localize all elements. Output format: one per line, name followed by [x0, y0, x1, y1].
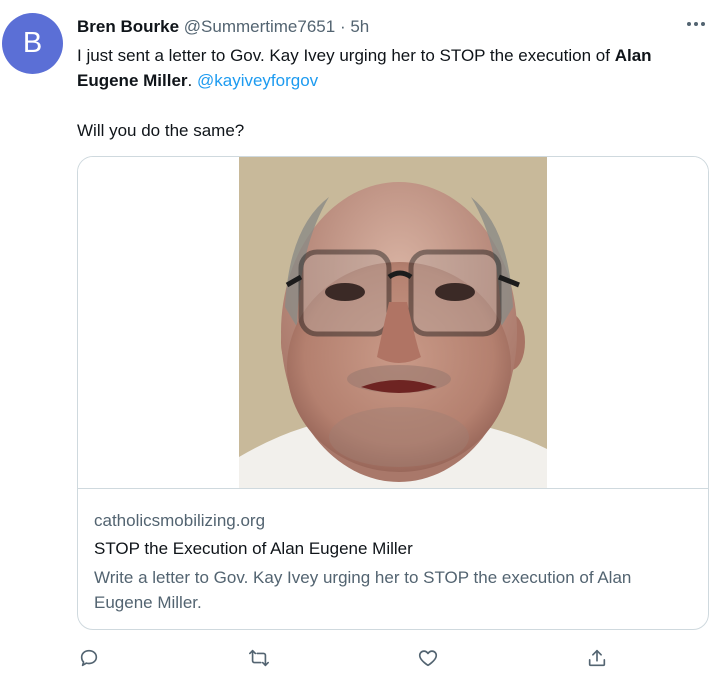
avatar[interactable]: B: [2, 13, 63, 74]
tweet-time[interactable]: 5h: [350, 17, 369, 36]
card-image[interactable]: [78, 157, 708, 489]
like-icon[interactable]: [416, 646, 440, 670]
author-handle[interactable]: @Summertime7651: [184, 17, 335, 36]
tweet-header: Bren Bourke @Summertime7651 · 5h: [77, 17, 369, 37]
retweet-icon[interactable]: [247, 646, 271, 670]
tweet-text-line2: Will you do the same?: [77, 121, 245, 140]
card-title: STOP the Execution of Alan Eugene Miller: [94, 539, 413, 558]
avatar-initial: B: [22, 27, 43, 59]
tweet-actions: [77, 646, 617, 670]
link-card[interactable]: catholicsmobilizing.org STOP the Executi…: [77, 156, 709, 630]
reply-icon[interactable]: [77, 646, 101, 670]
mention-link[interactable]: @kayiveyforgov: [197, 71, 318, 90]
author-name[interactable]: Bren Bourke: [77, 17, 179, 36]
separator-dot: ·: [339, 17, 346, 36]
card-description: Write a letter to Gov. Kay Ivey urging h…: [94, 568, 632, 612]
card-domain: catholicsmobilizing.org: [94, 511, 266, 530]
tweet-text-part2: .: [187, 71, 197, 90]
portrait-image: [239, 157, 547, 488]
more-options-icon[interactable]: [684, 12, 708, 36]
tweet-text-part1: I just sent a letter to Gov. Kay Ivey ur…: [77, 46, 615, 65]
tweet-text: I just sent a letter to Gov. Kay Ivey ur…: [77, 43, 717, 143]
card-body: catholicsmobilizing.org STOP the Executi…: [94, 509, 694, 615]
share-icon[interactable]: [585, 646, 609, 670]
